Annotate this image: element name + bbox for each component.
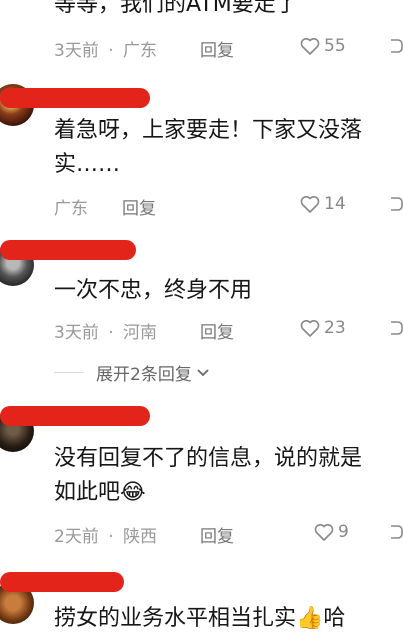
- expand-divider: [54, 372, 84, 373]
- separator: ·: [108, 527, 114, 547]
- like-button[interactable]: 14: [300, 194, 346, 214]
- dislike-icon[interactable]: [388, 522, 403, 542]
- like-button[interactable]: 55: [300, 36, 346, 56]
- dislike-icon[interactable]: [388, 318, 403, 338]
- redacted-username: [0, 406, 150, 426]
- expand-replies-button[interactable]: 展开2条回复: [96, 360, 210, 385]
- comment-location: 广东: [123, 41, 158, 61]
- heart-icon: [300, 38, 320, 55]
- separator: ·: [108, 41, 114, 61]
- dislike-icon[interactable]: [388, 194, 403, 214]
- comment-location: 河南: [123, 323, 158, 343]
- reply-button[interactable]: 回复: [200, 522, 234, 547]
- reply-button[interactable]: 回复: [200, 36, 234, 61]
- redacted-username: [0, 240, 136, 260]
- thumbs-up-emoji: 👍: [296, 606, 324, 631]
- separator: ·: [108, 323, 114, 343]
- laughing-emoji: 😂: [120, 480, 146, 505]
- heart-icon: [300, 196, 320, 213]
- expand-replies-label: 展开2条回复: [96, 365, 192, 385]
- heart-icon: [300, 320, 320, 337]
- comment-meta: 3天前 · 广东: [54, 36, 157, 61]
- comment-time: 3天前: [54, 41, 99, 61]
- comment-time: 3天前: [54, 323, 99, 343]
- comment-meta: 2天前 · 陕西: [54, 522, 157, 547]
- comment-text: 没有回复不了的信息，说的就是 如此吧😂: [54, 446, 363, 505]
- comment-text: 等等，我们的ATM要走了: [54, 0, 298, 17]
- comment-text: 捞女的业务水平相当扎实👍哈: [54, 606, 346, 631]
- like-button[interactable]: 9: [314, 522, 349, 542]
- reply-button[interactable]: 回复: [200, 318, 234, 343]
- redacted-username: [0, 572, 124, 592]
- like-count: 23: [324, 318, 346, 338]
- comment-text: 着急呀，上家要走！下家又没落 实……: [54, 118, 363, 177]
- comment-location: 广东: [54, 199, 88, 219]
- like-count: 9: [338, 522, 349, 542]
- heart-icon: [314, 524, 334, 541]
- chevron-down-icon: [197, 368, 209, 376]
- comment-meta: 3天前 · 河南: [54, 318, 157, 343]
- like-button[interactable]: 23: [300, 318, 346, 338]
- reply-button[interactable]: 回复: [122, 194, 156, 219]
- redacted-username: [0, 88, 150, 108]
- like-count: 14: [324, 194, 346, 214]
- comment-text: 一次不忠，终身不用: [54, 278, 253, 303]
- dislike-icon[interactable]: [388, 36, 403, 56]
- like-count: 55: [324, 36, 346, 56]
- comment-time: 2天前: [54, 527, 99, 547]
- comment-location: 陕西: [123, 527, 158, 547]
